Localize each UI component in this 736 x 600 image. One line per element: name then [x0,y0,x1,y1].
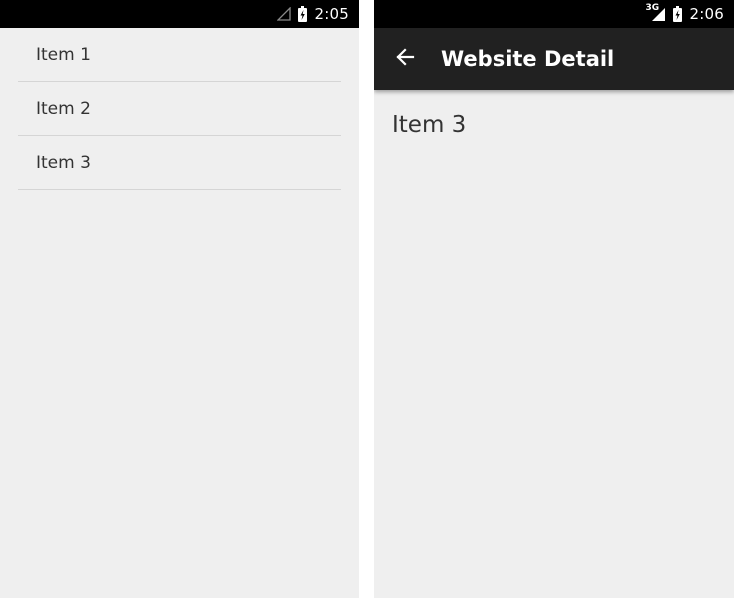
screenshot-stage: 2:05 Item 1 Item 2 Item 3 3G 2:06 Websit… [0,0,736,600]
list-item-label: Item 1 [36,44,91,65]
signal-3g-icon: 3G [646,3,666,22]
item-list: Item 1 Item 2 Item 3 [0,28,359,190]
arrow-back-icon [395,47,415,72]
detail-text: Item 3 [392,112,467,138]
list-item-label: Item 3 [36,152,91,173]
status-icons: 3G [646,3,682,22]
list-item[interactable]: Item 3 [18,136,341,190]
list-item[interactable]: Item 2 [18,82,341,136]
status-time: 2:06 [689,5,724,23]
app-bar: Website Detail [374,28,734,90]
detail-screen: 3G 2:06 Website Detail Item 3 [374,0,734,598]
status-icons [276,6,307,22]
page-title: Website Detail [441,47,615,71]
list-item[interactable]: Item 1 [18,28,341,82]
battery-charging-icon [672,6,682,22]
status-time: 2:05 [314,5,349,23]
detail-content: Item 3 [374,90,734,160]
battery-charging-icon [297,6,307,22]
status-bar: 2:05 [0,0,359,28]
back-button[interactable] [374,28,436,90]
list-item-label: Item 2 [36,98,91,119]
status-bar: 3G 2:06 [374,0,734,28]
list-screen: 2:05 Item 1 Item 2 Item 3 [0,0,359,598]
signal-empty-icon [276,7,291,21]
